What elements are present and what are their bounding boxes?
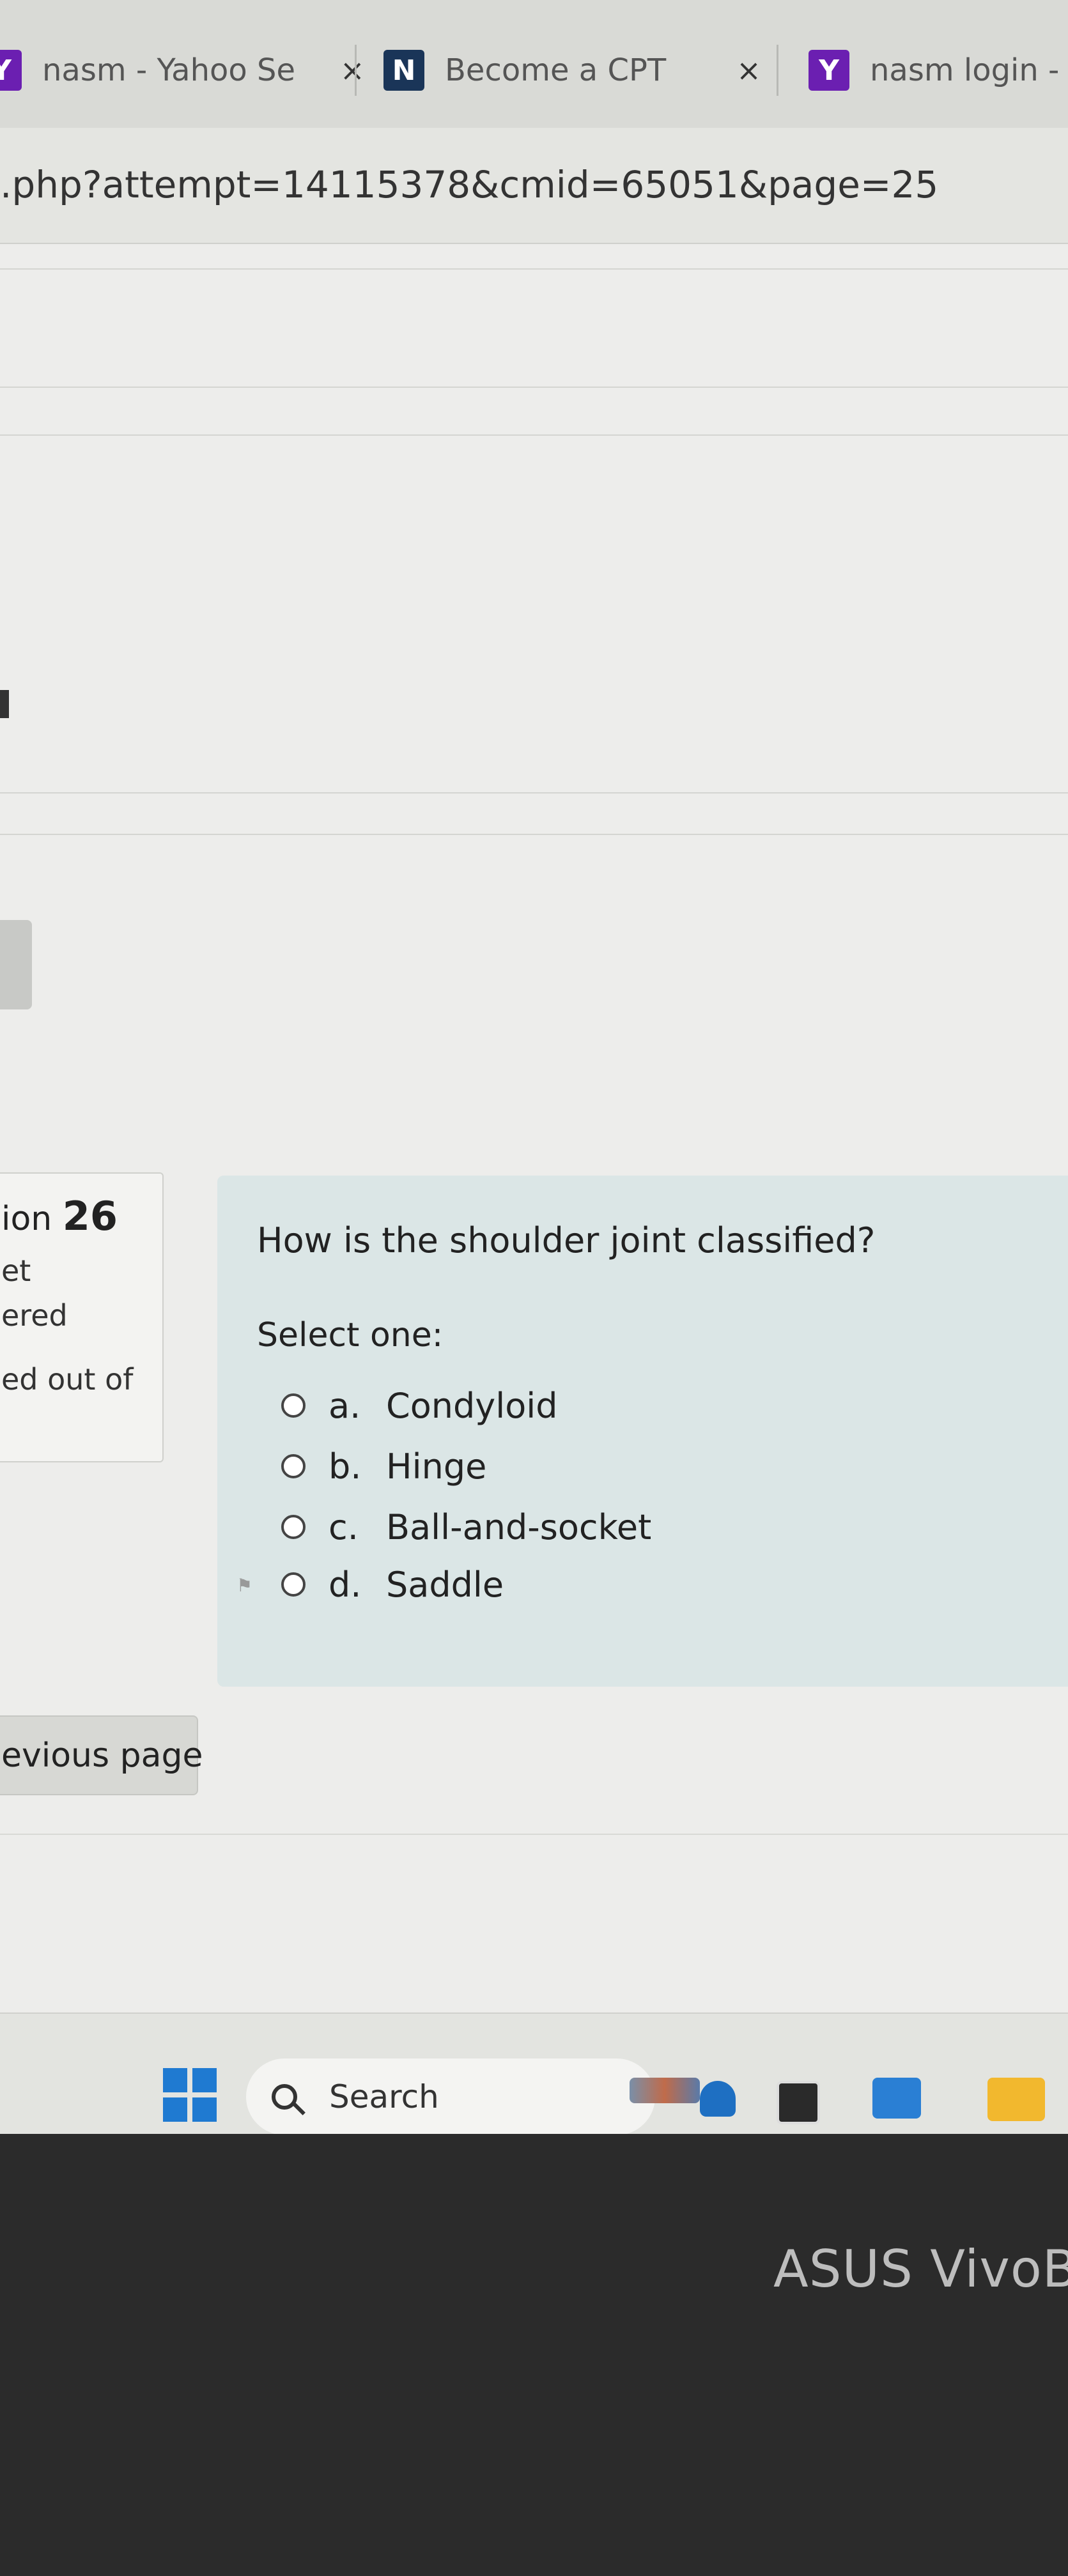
laptop-brand-label: ASUS VivoBo bbox=[773, 2239, 1068, 2299]
meet-camera-icon[interactable] bbox=[872, 2078, 921, 2119]
yahoo-icon: Y bbox=[809, 50, 849, 91]
radio-button[interactable] bbox=[281, 1515, 306, 1539]
close-icon[interactable]: × bbox=[736, 53, 761, 88]
divider bbox=[0, 268, 1068, 270]
select-one-label: Select one: bbox=[257, 1316, 444, 1354]
answer-option-b[interactable]: b. Hinge bbox=[281, 1441, 486, 1492]
tab-label: nasm - Yahoo Se bbox=[42, 52, 295, 88]
question-info-box: ion 26 et ered ed out of bbox=[0, 1172, 164, 1462]
option-letter: b. bbox=[329, 1446, 362, 1487]
close-icon[interactable]: × bbox=[340, 53, 365, 88]
tab-separator bbox=[355, 45, 357, 96]
answer-option-a[interactable]: a. Condyloid bbox=[281, 1380, 558, 1431]
question-box: How is the shoulder joint classified? Se… bbox=[217, 1176, 1068, 1687]
search-label: Search bbox=[329, 2078, 439, 2115]
answer-option-d[interactable]: d. Saddle bbox=[281, 1559, 504, 1610]
partial-button[interactable] bbox=[0, 920, 32, 1009]
file-explorer-icon[interactable] bbox=[987, 2078, 1045, 2121]
browser-tab-bar: Y nasm - Yahoo Se × N Become a CPT × Y n… bbox=[0, 0, 1068, 129]
taskbar: Search bbox=[0, 2012, 1068, 2134]
radio-button[interactable] bbox=[281, 1572, 306, 1597]
answer-option-c[interactable]: c. Ball-and-socket bbox=[281, 1501, 651, 1552]
edge-icon[interactable] bbox=[700, 2081, 736, 2117]
question-number: ion 26 bbox=[1, 1193, 118, 1239]
option-label: Hinge bbox=[386, 1446, 487, 1487]
question-marks: ed out of bbox=[1, 1362, 134, 1397]
question-text: How is the shoulder joint classified? bbox=[257, 1220, 876, 1261]
laptop-bezel bbox=[0, 2134, 1068, 2576]
nasm-n-icon: N bbox=[383, 50, 424, 91]
divider bbox=[0, 1834, 1068, 1835]
option-label: Ball-and-socket bbox=[386, 1506, 652, 1547]
tab-label: Become a CPT bbox=[445, 52, 667, 88]
option-letter: d. bbox=[329, 1564, 362, 1605]
option-label: Condyloid bbox=[386, 1385, 558, 1426]
question-status: et bbox=[1, 1254, 31, 1288]
question-status: ered bbox=[1, 1298, 68, 1333]
previous-page-button[interactable]: evious page bbox=[0, 1715, 203, 1795]
text-fragment bbox=[0, 690, 9, 718]
search-icon bbox=[272, 2084, 297, 2110]
option-letter: c. bbox=[329, 1506, 359, 1547]
address-bar[interactable]: .php?attempt=14115378&cmid=65051&page=25 bbox=[0, 128, 1068, 244]
tab-label: nasm login - bbox=[870, 52, 1060, 88]
divider bbox=[0, 434, 1068, 436]
option-letter: a. bbox=[329, 1385, 361, 1426]
tab-yahoo-search[interactable]: Y nasm - Yahoo Se × bbox=[0, 38, 365, 102]
address-url[interactable]: .php?attempt=14115378&cmid=65051&page=25 bbox=[0, 163, 938, 206]
tab-separator bbox=[777, 45, 778, 96]
yahoo-icon: Y bbox=[0, 50, 22, 91]
screen: Y nasm - Yahoo Se × N Become a CPT × Y n… bbox=[0, 0, 1068, 2134]
radio-button[interactable] bbox=[281, 1454, 306, 1478]
widget-icon[interactable] bbox=[630, 2078, 700, 2103]
divider bbox=[0, 834, 1068, 835]
windows-start-icon[interactable] bbox=[163, 2068, 217, 2122]
tab-nasm-login[interactable]: Y nasm login - bbox=[809, 38, 1059, 102]
option-label: Saddle bbox=[386, 1564, 504, 1605]
taskbar-search[interactable]: Search bbox=[246, 2058, 655, 2134]
divider bbox=[0, 792, 1068, 793]
flag-icon[interactable]: ⚑ bbox=[236, 1575, 256, 1596]
task-view-icon[interactable] bbox=[777, 2081, 820, 2124]
tab-become-cpt[interactable]: N Become a CPT × bbox=[383, 38, 761, 102]
divider bbox=[0, 387, 1068, 388]
radio-button[interactable] bbox=[281, 1393, 306, 1418]
